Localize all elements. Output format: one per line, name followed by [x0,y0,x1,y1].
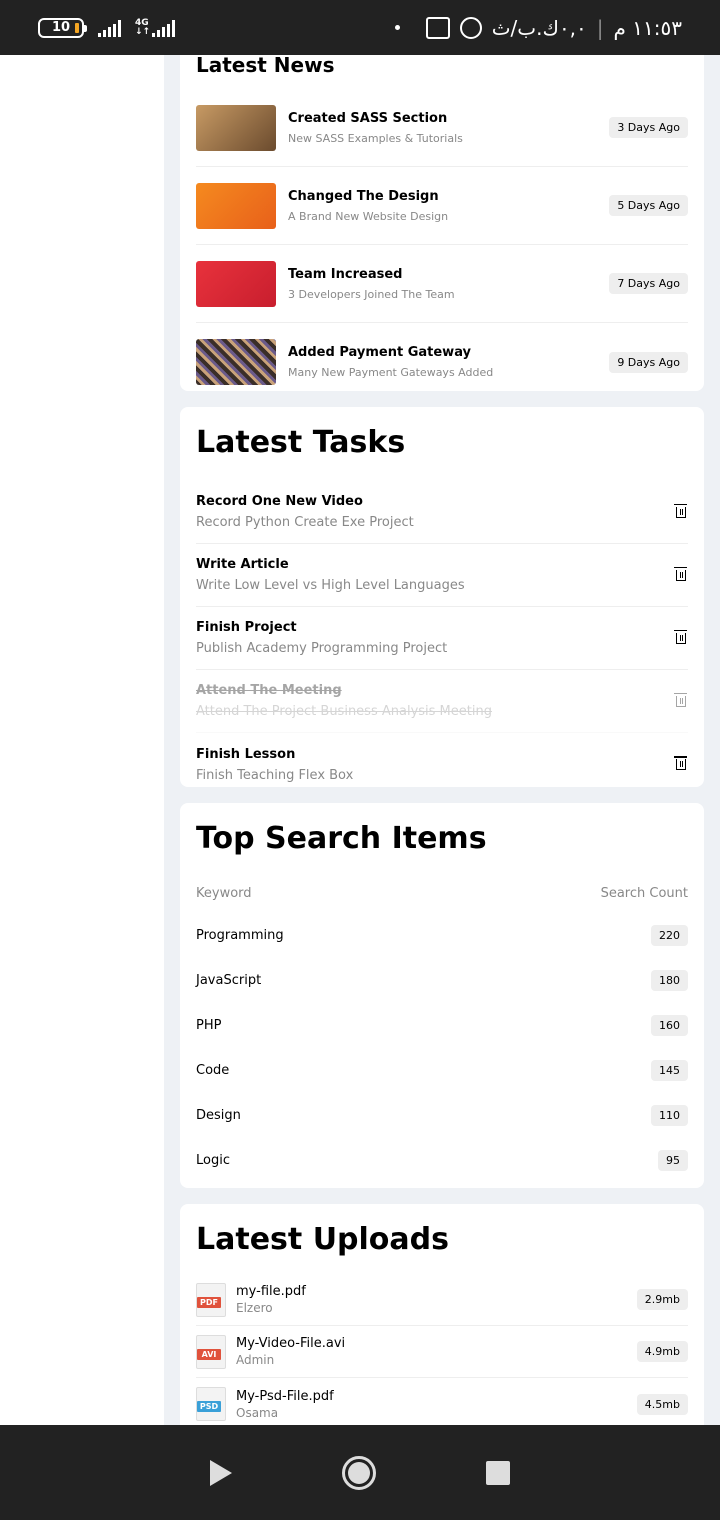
search-row: Design 110 [196,1093,688,1138]
uploads-title: Latest Uploads [196,1222,449,1257]
task-sub: Publish Academy Programming Project [196,641,448,656]
search-keyword: Design [196,1108,241,1123]
news-item-sub: A Brand New Website Design [288,209,449,223]
upload-item[interactable]: PSD My-Psd-File.pdf Osama 4.5mb [196,1378,688,1430]
news-item-title: Created SASS Section [288,110,448,126]
news-date-badge: 5 Days Ago [609,195,688,216]
latest-tasks-card: Latest Tasks Record One New Video Record … [180,407,704,787]
task-item: Finish Project Publish Academy Programmin… [196,607,688,670]
search-keyword: Programming [196,928,284,943]
tasks-title: Latest Tasks [196,425,406,460]
count-header: Search Count [600,885,688,901]
news-date-badge: 7 Days Ago [609,273,688,294]
search-row: Code 145 [196,1048,688,1093]
news-date-badge: 3 Days Ago [609,117,688,138]
signal-icon-2 [152,19,176,37]
news-item-sub: Many New Payment Gateways Added [288,366,494,379]
task-title: Record One New Video [196,494,363,509]
battery-icon: 10 [38,17,87,38]
task-item: Record One New Video Record Python Create… [196,481,688,544]
latest-uploads-card: Latest Uploads PDF my-file.pdf Elzero 2.9… [180,1204,704,1425]
news-item[interactable]: Added Payment Gateway Many New Payment Ga… [196,323,688,401]
search-count: 180 [651,970,688,991]
search-count: 160 [651,1015,688,1036]
search-count: 95 [658,1150,688,1171]
network-speed: ٠,٠ك.ب/ث [491,15,587,40]
news-item[interactable]: Changed The Design A Brand New Website De… [196,167,688,245]
news-thumbnail [196,182,276,229]
search-row: Logic 95 [196,1138,688,1183]
news-thumbnail [196,339,276,385]
news-item-title: Team Increased [288,266,403,282]
task-title: Write Article [196,557,289,572]
home-icon[interactable] [342,1455,376,1490]
latest-news-card: Latest News Created SASS Section New SASS… [180,55,704,391]
upload-name: My-Video-File.avi [236,1336,346,1351]
news-item-sub: New SASS Examples & Tutorials [288,131,463,145]
search-count: 145 [651,1060,688,1081]
alarm-icon [459,16,482,39]
news-item-title: Changed The Design [288,188,439,204]
top-search-card: Top Search Items Keyword Search Count Pro… [180,803,704,1188]
news-thumbnail [196,260,276,307]
task-sub: Finish Teaching Flex Box [196,767,354,783]
upload-item[interactable]: AVI My-Video-File.avi Admin 4.9mb [196,1326,688,1378]
trash-icon[interactable] [674,692,687,707]
upload-author: Admin [236,1353,275,1367]
news-thumbnail [196,104,276,151]
search-count: 220 [651,925,688,946]
news-item[interactable]: Team Increased 3 Developers Joined The Te… [196,245,688,323]
task-title: Finish Lesson [196,746,296,762]
task-sub: Attend The Project Business Analysis Mee… [196,704,492,719]
news-item-sub: 3 Developers Joined The Team [288,287,455,301]
upload-name: My-Psd-File.pdf [236,1388,334,1404]
news-item[interactable]: Created SASS Section New SASS Examples & … [196,89,688,167]
task-sub: Record Python Create Exe Project [196,515,414,530]
upload-item[interactable]: PDF my-file.pdf Elzero 2.9mb [196,1274,688,1326]
back-icon[interactable] [210,1459,232,1486]
trash-icon[interactable] [674,756,687,770]
search-row: Programming 220 [196,913,688,958]
upload-author: Osama [236,1405,279,1420]
upload-name: my-file.pdf [236,1284,306,1299]
task-title: Finish Project [196,620,297,635]
task-item: Finish Lesson Finish Teaching Flex Box [196,733,688,796]
trash-icon[interactable] [674,566,687,581]
navigation-bar [0,1425,720,1520]
battery-level: 10 [51,20,71,35]
upload-size: 2.9mb [636,1289,688,1310]
notification-dot-icon [394,25,400,30]
pdf-file-icon: PDF [196,1282,226,1317]
status-bar: 10 4G ↓↑ ٠,٠ك.ب/ث | ١١:٥٣ م [0,0,720,55]
news-item-title: Added Payment Gateway [288,345,472,360]
task-sub: Write Low Level vs High Level Languages [196,578,465,593]
search-row: JavaScript 180 [196,958,688,1003]
search-keyword: Code [196,1063,230,1078]
calendar-icon [425,16,450,39]
search-count: 110 [651,1105,688,1126]
upload-size: 4.5mb [636,1393,688,1415]
search-keyword: Logic [196,1153,230,1168]
trash-icon[interactable] [674,629,687,644]
recent-apps-icon[interactable] [486,1460,510,1485]
search-title: Top Search Items [196,821,487,856]
search-keyword: JavaScript [196,973,262,988]
upload-author: Elzero [236,1301,273,1315]
task-item: Write Article Write Low Level vs High Lev… [196,544,688,607]
network-type: 4G ↓↑ [135,17,151,37]
task-item-done: Attend The Meeting Attend The Project Bus… [196,670,688,733]
upload-size: 4.9mb [636,1341,688,1362]
task-title: Attend The Meeting [196,683,342,698]
psd-file-icon: PSD [196,1387,226,1421]
avi-file-icon: AVI [196,1334,226,1369]
trash-icon[interactable] [674,503,687,518]
keyword-header: Keyword [196,885,252,901]
search-row: PHP 160 [196,1003,688,1048]
sidebar [0,55,164,1425]
signal-icon [98,19,121,37]
clock: ١١:٥٣ م [613,15,682,40]
search-keyword: PHP [196,1018,222,1033]
news-date-badge: 9 Days Ago [609,351,688,373]
